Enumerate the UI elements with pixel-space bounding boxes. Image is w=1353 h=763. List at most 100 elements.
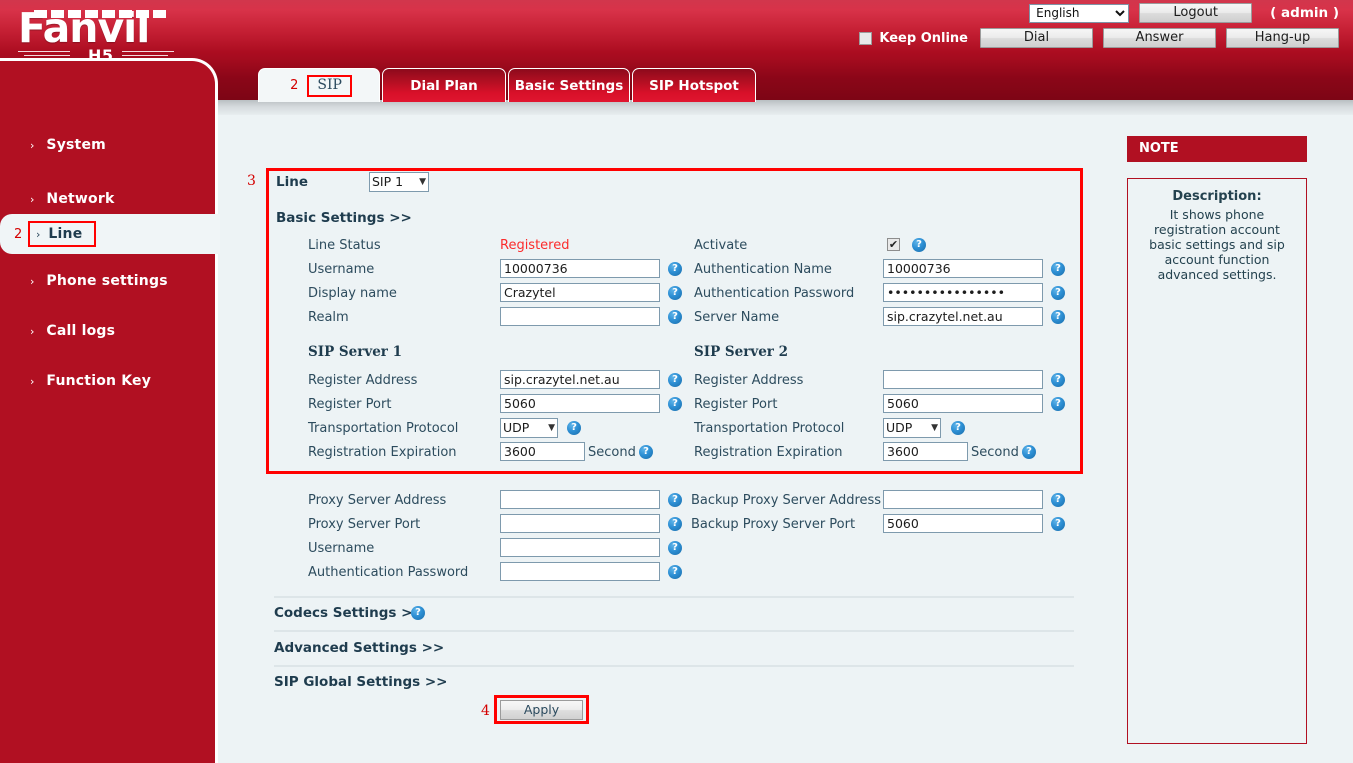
username-input[interactable] [500, 259, 660, 278]
divider [274, 665, 1074, 667]
help-icon[interactable]: ? [1022, 445, 1036, 459]
help-icon[interactable]: ? [668, 310, 682, 324]
help-icon[interactable]: ? [1051, 262, 1065, 276]
chevron-right-icon: › [30, 276, 34, 287]
tab-sip-hotspot[interactable]: SIP Hotspot [632, 68, 756, 102]
sidebar-item-network[interactable]: › Network [0, 179, 218, 219]
chevron-right-icon: › [30, 376, 34, 387]
apply-step-marker: 4 [481, 703, 490, 719]
s2-expiration-unit: Second [971, 445, 1019, 460]
dial-button[interactable]: Dial [980, 28, 1093, 48]
sidebar-item-call-logs[interactable]: › Call logs [0, 311, 218, 351]
chevron-right-icon: › [30, 326, 34, 337]
realm-input[interactable] [500, 307, 660, 326]
sidebar-item-system[interactable]: › System [0, 125, 218, 165]
language-select[interactable]: English [1029, 4, 1129, 23]
help-icon[interactable]: ? [668, 262, 682, 276]
s1-expiration-unit: Second [588, 445, 636, 460]
help-icon[interactable]: ? [411, 606, 425, 620]
hangup-button[interactable]: Hang-up [1226, 28, 1339, 48]
help-icon[interactable]: ? [1051, 286, 1065, 300]
basic-settings-title: Basic Settings >> [276, 210, 412, 226]
tab-dial-plan-label: Dial Plan [410, 78, 478, 94]
help-icon[interactable]: ? [1051, 517, 1065, 531]
help-icon[interactable]: ? [567, 421, 581, 435]
sidebar-item-function-key[interactable]: › Function Key [0, 361, 218, 401]
s1-transport-value: UDP [503, 419, 529, 437]
sip-server-2-title: SIP Server 2 [694, 344, 788, 360]
proxy-port-label: Proxy Server Port [308, 517, 420, 532]
help-icon[interactable]: ? [668, 541, 682, 555]
username-label: Username [308, 262, 374, 277]
help-icon[interactable]: ? [1051, 493, 1065, 507]
codecs-settings-header[interactable]: Codecs Settings >> [274, 605, 424, 621]
logout-button[interactable]: Logout [1139, 3, 1252, 23]
backup-proxy-port-input[interactable] [883, 514, 1043, 533]
tab-sip-step-marker: 2 [290, 78, 298, 93]
line-label: Line [276, 174, 308, 190]
s2-register-address-input[interactable] [883, 370, 1043, 389]
s2-transport-select[interactable]: UDP ▼ [883, 418, 941, 438]
tab-basic-settings[interactable]: Basic Settings [508, 68, 630, 102]
answer-button[interactable]: Answer [1103, 28, 1216, 48]
s1-expiration-input[interactable] [500, 442, 585, 461]
help-icon[interactable]: ? [668, 565, 682, 579]
help-icon[interactable]: ? [1051, 397, 1065, 411]
phone-web-ui: Fanvil H5 English Logout ( admin ) [0, 0, 1353, 763]
panel-step-marker: 3 [247, 173, 256, 189]
sip-global-settings-header[interactable]: SIP Global Settings >> [274, 674, 447, 690]
proxy-username-input[interactable] [500, 538, 660, 557]
help-icon[interactable]: ? [951, 421, 965, 435]
display-name-input[interactable] [500, 283, 660, 302]
note-text: It shows phone registration account basi… [1136, 207, 1298, 282]
s1-transport-select[interactable]: UDP ▼ [500, 418, 558, 438]
help-icon[interactable]: ? [1051, 310, 1065, 324]
line-status-value: Registered [500, 238, 570, 253]
s1-register-port-input[interactable] [500, 394, 660, 413]
help-icon[interactable]: ? [912, 238, 926, 252]
help-icon[interactable]: ? [1051, 373, 1065, 387]
help-icon[interactable]: ? [668, 493, 682, 507]
auth-name-input[interactable] [883, 259, 1043, 278]
s2-register-address-label: Register Address [694, 373, 803, 388]
main-tabs: 2 SIP Dial Plan Basic Settings SIP Hotsp… [258, 68, 756, 102]
sidebar-item-label: System [46, 137, 106, 153]
s2-register-port-label: Register Port [694, 397, 777, 412]
s1-expiration-label: Registration Expiration [308, 445, 457, 460]
keep-online-checkbox[interactable] [859, 32, 872, 45]
help-icon[interactable]: ? [668, 286, 682, 300]
s1-register-port-label: Register Port [308, 397, 391, 412]
tab-dial-plan[interactable]: Dial Plan [382, 68, 506, 102]
line-status-label: Line Status [308, 238, 381, 253]
s2-expiration-input[interactable] [883, 442, 968, 461]
auth-password-label: Authentication Password [694, 286, 854, 301]
note-header: NOTE [1127, 136, 1307, 162]
proxy-auth-password-input[interactable] [500, 562, 660, 581]
activate-checkbox[interactable]: ✔ [887, 238, 900, 251]
sidebar: › System › Network 2 › Line › Phone sett… [0, 58, 218, 763]
help-icon[interactable]: ? [639, 445, 653, 459]
proxy-address-input[interactable] [500, 490, 660, 509]
advanced-settings-header[interactable]: Advanced Settings >> [274, 640, 444, 656]
backup-proxy-address-label: Backup Proxy Server Address [691, 493, 881, 508]
sidebar-item-phone-settings[interactable]: › Phone settings [0, 261, 218, 301]
sidebar-item-line[interactable]: 2 › Line [0, 214, 220, 254]
tab-sip[interactable]: 2 SIP [258, 68, 380, 102]
help-icon[interactable]: ? [668, 517, 682, 531]
chevron-down-icon: ▼ [419, 173, 426, 191]
auth-password-input[interactable] [883, 283, 1043, 302]
activate-label: Activate [694, 238, 747, 253]
s1-register-address-input[interactable] [500, 370, 660, 389]
server-name-input[interactable] [883, 307, 1043, 326]
proxy-port-input[interactable] [500, 514, 660, 533]
sidebar-item-label: Phone settings [46, 273, 167, 289]
apply-button[interactable]: Apply [500, 700, 583, 720]
help-icon[interactable]: ? [668, 373, 682, 387]
help-icon[interactable]: ? [668, 397, 682, 411]
tab-basic-settings-label: Basic Settings [515, 78, 624, 94]
header-controls: English Logout ( admin ) Keep Online Dia… [859, 3, 1339, 53]
s1-transport-label: Transportation Protocol [308, 421, 458, 436]
line-select[interactable]: SIP 1 ▼ [369, 172, 429, 192]
backup-proxy-address-input[interactable] [883, 490, 1043, 509]
s2-register-port-input[interactable] [883, 394, 1043, 413]
